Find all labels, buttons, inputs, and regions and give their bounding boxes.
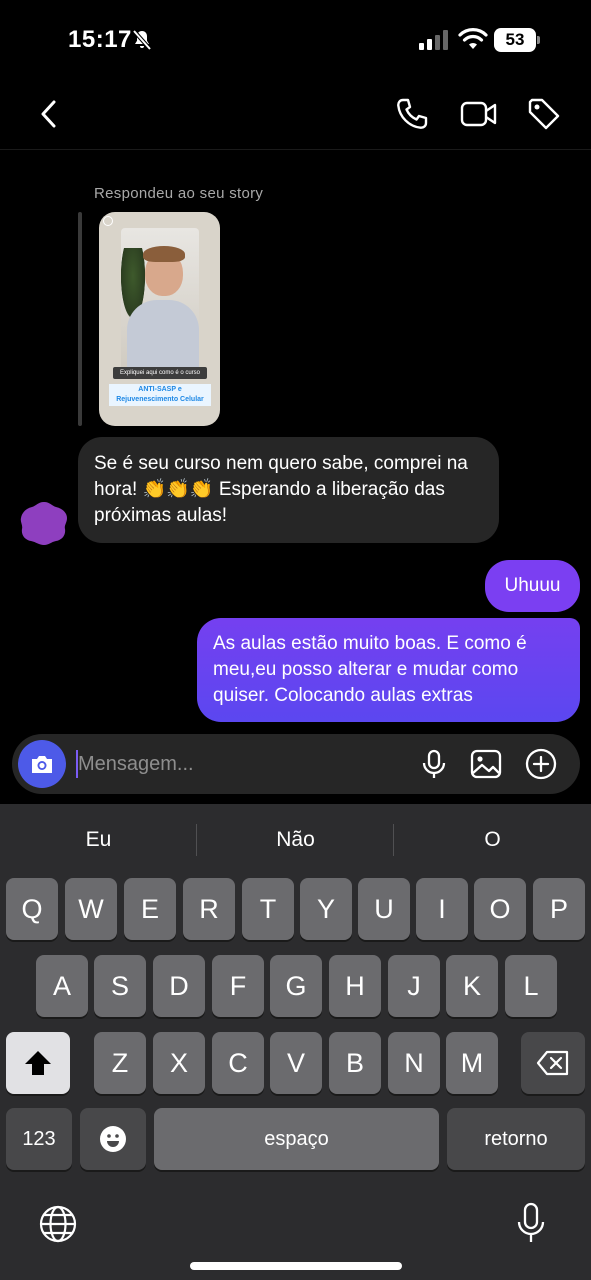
key-t[interactable]: T <box>242 878 294 940</box>
key-i[interactable]: I <box>416 878 468 940</box>
story-reply-label: Respondeu ao seu story <box>94 185 264 202</box>
key-x[interactable]: X <box>153 1032 205 1094</box>
key-u[interactable]: U <box>358 878 410 940</box>
story-ring-icon <box>103 216 113 226</box>
camera-icon <box>32 756 52 773</box>
space-key[interactable]: espaço <box>154 1108 439 1170</box>
key-j[interactable]: J <box>388 955 440 1017</box>
backspace-icon <box>536 1050 569 1076</box>
key-p[interactable]: P <box>533 878 585 940</box>
shift-arrow-icon <box>25 1051 51 1075</box>
backspace-key[interactable] <box>521 1032 585 1094</box>
key-y[interactable]: Y <box>300 878 352 940</box>
keyboard: Eu Não O Q W E R T Y U I O P A S D F G H… <box>0 804 591 1280</box>
back-chevron-icon[interactable] <box>36 96 62 132</box>
key-c[interactable]: C <box>212 1032 264 1094</box>
emoji-key[interactable] <box>80 1108 146 1170</box>
globe-icon[interactable] <box>38 1204 78 1244</box>
message-input[interactable] <box>78 734 408 794</box>
key-g[interactable]: G <box>270 955 322 1017</box>
key-e[interactable]: E <box>124 878 176 940</box>
chat-header <box>0 80 591 150</box>
key-d[interactable]: D <box>153 955 205 1017</box>
bell-off-icon <box>132 29 152 51</box>
status-time: 15:17 <box>68 26 132 53</box>
story-title: ANTI-SASP e Rejuvenescimento Celular <box>109 384 211 406</box>
battery-icon: 53 <box>494 28 540 52</box>
key-z[interactable]: Z <box>94 1032 146 1094</box>
plus-circle-icon[interactable] <box>524 747 558 781</box>
gallery-icon[interactable] <box>469 748 503 780</box>
key-l[interactable]: L <box>505 955 557 1017</box>
message-composer <box>12 734 580 794</box>
reply-indicator-bar <box>78 212 82 426</box>
story-thumbnail[interactable]: Expliquei aqui como é o curso ANTI-SASP … <box>99 212 220 426</box>
key-q[interactable]: Q <box>6 878 58 940</box>
microphone-icon[interactable] <box>418 748 450 780</box>
camera-button[interactable] <box>18 740 66 788</box>
key-f[interactable]: F <box>212 955 264 1017</box>
battery-level: 53 <box>494 28 536 52</box>
story-video-frame <box>121 228 199 376</box>
return-key[interactable]: retorno <box>447 1108 585 1170</box>
key-r[interactable]: R <box>183 878 235 940</box>
cellular-signal-icon <box>419 30 448 50</box>
tag-icon[interactable] <box>526 96 562 132</box>
key-h[interactable]: H <box>329 955 381 1017</box>
suggestion[interactable]: Não <box>197 804 394 876</box>
outgoing-message[interactable]: Uhuuu <box>485 560 580 612</box>
video-call-icon[interactable] <box>460 96 498 132</box>
key-v[interactable]: V <box>270 1032 322 1094</box>
suggestion[interactable]: Eu <box>0 804 197 876</box>
key-a[interactable]: A <box>36 955 88 1017</box>
wifi-icon <box>458 28 488 49</box>
numbers-key[interactable]: 123 <box>6 1108 72 1170</box>
story-title-line2: Rejuvenescimento Celular <box>116 396 204 403</box>
key-b[interactable]: B <box>329 1032 381 1094</box>
key-n[interactable]: N <box>388 1032 440 1094</box>
emoji-icon <box>100 1126 126 1152</box>
phone-icon[interactable] <box>394 96 430 132</box>
key-m[interactable]: M <box>446 1032 498 1094</box>
dictation-microphone-icon[interactable] <box>516 1202 546 1246</box>
avatar[interactable] <box>19 500 69 546</box>
shift-key[interactable] <box>6 1032 70 1094</box>
incoming-message[interactable]: Se é seu curso nem quero sabe, comprei n… <box>78 437 499 543</box>
key-k[interactable]: K <box>446 955 498 1017</box>
story-caption: Expliquei aqui como é o curso <box>113 367 207 379</box>
story-title-line1: ANTI-SASP e <box>138 386 182 393</box>
key-o[interactable]: O <box>474 878 526 940</box>
key-w[interactable]: W <box>65 878 117 940</box>
suggestion[interactable]: O <box>394 804 591 876</box>
outgoing-message[interactable]: As aulas estão muito boas. E como é meu,… <box>197 618 580 722</box>
home-indicator[interactable] <box>190 1262 402 1270</box>
status-bar: 15:17 53 <box>0 0 591 80</box>
key-s[interactable]: S <box>94 955 146 1017</box>
